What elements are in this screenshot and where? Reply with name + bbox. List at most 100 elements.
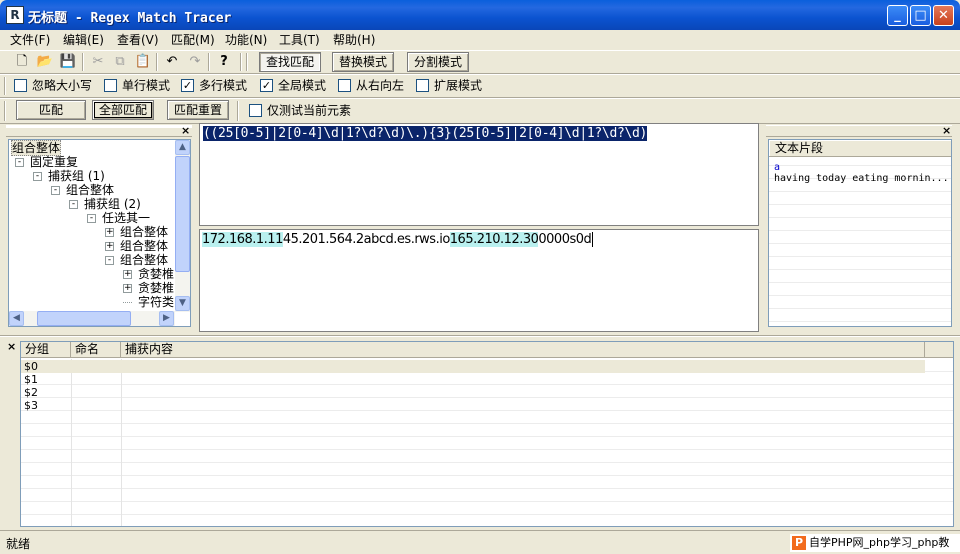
scroll-right-icon[interactable]: ▶ [159, 311, 174, 326]
collapse-icon[interactable]: - [33, 172, 42, 181]
collapse-icon[interactable]: - [51, 186, 60, 195]
snippet-list[interactable]: 文本片段 a having today eating mornin... [768, 139, 952, 327]
new-file-icon[interactable]: 🗋 [12, 52, 32, 72]
tree-node-label: 组合整体 [120, 253, 169, 267]
open-folder-icon[interactable]: 📂 [35, 52, 55, 72]
groups-grid[interactable]: 分组 命名 捕获内容 $0 $1 $2 $3 [20, 341, 954, 527]
split-mode-button[interactable]: 分割模式 [407, 52, 469, 72]
tree-vertical-scrollbar[interactable]: ▲ ▼ [175, 140, 190, 312]
collapse-icon[interactable]: - [105, 256, 114, 265]
snippet-close-icon[interactable]: × [942, 124, 951, 137]
regex-text-line: ((25[0-5]|2[0-4]\d|1?\d?\d)\.){3}(25[0-5… [203, 126, 647, 141]
tree-node[interactable]: + 贪婪椎 [123, 281, 174, 295]
scroll-thumb[interactable] [37, 311, 131, 326]
splitter[interactable] [0, 335, 960, 337]
regex-editor[interactable]: ((25[0-5]|2[0-4]\d|1?\d?\d)\.){3}(25[0-5… [199, 123, 759, 226]
scroll-left-icon[interactable]: ◀ [9, 311, 24, 326]
table-row[interactable]: $2 [21, 386, 38, 399]
extended-checkbox[interactable]: 扩展模式 [416, 78, 482, 94]
snippet-column-header[interactable]: 文本片段 [769, 140, 951, 157]
single-line-checkbox[interactable]: 单行模式 [104, 78, 170, 94]
tree-node-label: 贪婪椎 [138, 267, 175, 281]
tree-node-label: 捕获组 (2) [84, 197, 141, 211]
snippet-panel-header [766, 125, 952, 137]
global-checkbox[interactable]: ✓ 全局模式 [260, 78, 326, 94]
tree-node[interactable]: - 组合整体 [105, 253, 168, 267]
maximize-button[interactable]: □ [910, 5, 931, 26]
close-button[interactable]: ✕ [933, 5, 954, 26]
groups-grid-body: $0 $1 $2 $3 [21, 359, 953, 526]
toolbar-separator [246, 53, 248, 71]
snippet-item[interactable]: a [774, 162, 780, 173]
title-bar: R 无标题 - Regex Match Tracer _ □ ✕ [0, 0, 960, 30]
toolbar-separator [240, 53, 242, 71]
test-current-label: 仅测试当前元素 [267, 103, 352, 118]
test-text-editor[interactable]: 172.168.1.1145.201.564.2abcd.es.rws.io16… [199, 229, 759, 332]
scroll-down-icon[interactable]: ▼ [175, 296, 190, 311]
menu-view[interactable]: 查看(V) [117, 32, 159, 48]
scroll-thumb[interactable] [175, 156, 190, 272]
test-current-checkbox[interactable]: 仅测试当前元素 [249, 103, 351, 119]
tree-node-label: 捕获组 (1) [48, 169, 105, 183]
tree-horizontal-scrollbar[interactable]: ◀ ▶ [9, 311, 175, 326]
tree-node[interactable]: - 捕获组 (2) [69, 197, 141, 211]
match-reset-button[interactable]: 匹配重置 [167, 100, 229, 120]
cut-icon[interactable]: ✂ [88, 52, 108, 72]
tree-node[interactable]: - 固定重复 [15, 155, 78, 169]
expand-icon[interactable]: + [123, 284, 132, 293]
save-icon[interactable]: 💾 [58, 52, 78, 72]
replace-mode-button[interactable]: 替换模式 [332, 52, 394, 72]
find-mode-button[interactable]: 查找匹配 [259, 52, 321, 72]
test-text-line: 172.168.1.1145.201.564.2abcd.es.rws.io16… [202, 232, 594, 247]
groups-close-icon[interactable]: × [7, 340, 16, 353]
tree-node[interactable]: - 组合整体 [51, 183, 114, 197]
match-all-button[interactable]: 全部匹配 [92, 100, 154, 120]
menu-help[interactable]: 帮助(H) [333, 32, 375, 48]
copy-icon[interactable]: ⧉ [110, 52, 130, 72]
menu-function[interactable]: 功能(N) [225, 32, 267, 48]
multi-line-checkbox[interactable]: ✓ 多行模式 [181, 78, 247, 94]
help-icon[interactable]: ? [214, 52, 234, 72]
tree-node[interactable]: 字符类 [123, 295, 174, 309]
snippet-item[interactable]: having today eating mornin... [774, 173, 949, 184]
tree-node[interactable]: 组合整体 [11, 140, 62, 156]
redo-icon[interactable]: ↷ [185, 52, 205, 72]
column-name[interactable]: 命名 [71, 342, 121, 358]
tree-node[interactable]: + 组合整体 [105, 225, 168, 239]
tree-node[interactable]: + 贪婪椎 [123, 267, 174, 281]
tree-node-label: 字符类 [138, 295, 175, 309]
ignore-case-checkbox[interactable]: 忽略大小写 [14, 78, 92, 94]
menu-edit[interactable]: 编辑(E) [63, 32, 104, 48]
collapse-icon[interactable]: - [69, 200, 78, 209]
expand-icon[interactable]: + [123, 270, 132, 279]
toolbar-separator [237, 101, 239, 121]
undo-icon[interactable]: ↶ [162, 52, 182, 72]
expand-icon[interactable]: + [105, 228, 114, 237]
grid-line [71, 359, 72, 526]
table-row[interactable]: $0 [21, 360, 925, 373]
menu-match[interactable]: 匹配(M) [171, 32, 215, 48]
collapse-icon[interactable]: - [15, 158, 24, 167]
minimize-button[interactable]: _ [887, 5, 908, 26]
table-row[interactable]: $3 [21, 399, 38, 412]
match-button[interactable]: 匹配 [16, 100, 86, 120]
watermark-text: 自学PHP网_php学习_php教 [809, 536, 950, 549]
table-row[interactable]: $1 [21, 373, 38, 386]
right-to-left-checkbox[interactable]: 从右向左 [338, 78, 404, 94]
regex-tree[interactable]: 组合整体 - 固定重复 - 捕获组 (1) - 组合整体 - 捕获组 (2) - 任选其一 + 组合整体… [8, 139, 191, 327]
tree-node[interactable]: - 任选其一 [87, 211, 150, 225]
column-group[interactable]: 分组 [21, 342, 71, 358]
menu-file[interactable]: 文件(F) [10, 32, 50, 48]
tree-node[interactable]: - 捕获组 (1) [33, 169, 105, 183]
tree-node-label: 任选其一 [102, 211, 151, 225]
app-icon[interactable]: R [6, 6, 24, 24]
collapse-icon[interactable]: - [87, 214, 96, 223]
tree-close-icon[interactable]: × [181, 124, 190, 137]
scroll-up-icon[interactable]: ▲ [175, 140, 190, 155]
expand-icon[interactable]: + [105, 242, 114, 251]
column-capture[interactable]: 捕获内容 [121, 342, 925, 358]
tree-node-label: 固定重复 [30, 155, 79, 169]
tree-node[interactable]: + 组合整体 [105, 239, 168, 253]
paste-icon[interactable]: 📋 [133, 52, 153, 72]
menu-tools[interactable]: 工具(T) [279, 32, 320, 48]
